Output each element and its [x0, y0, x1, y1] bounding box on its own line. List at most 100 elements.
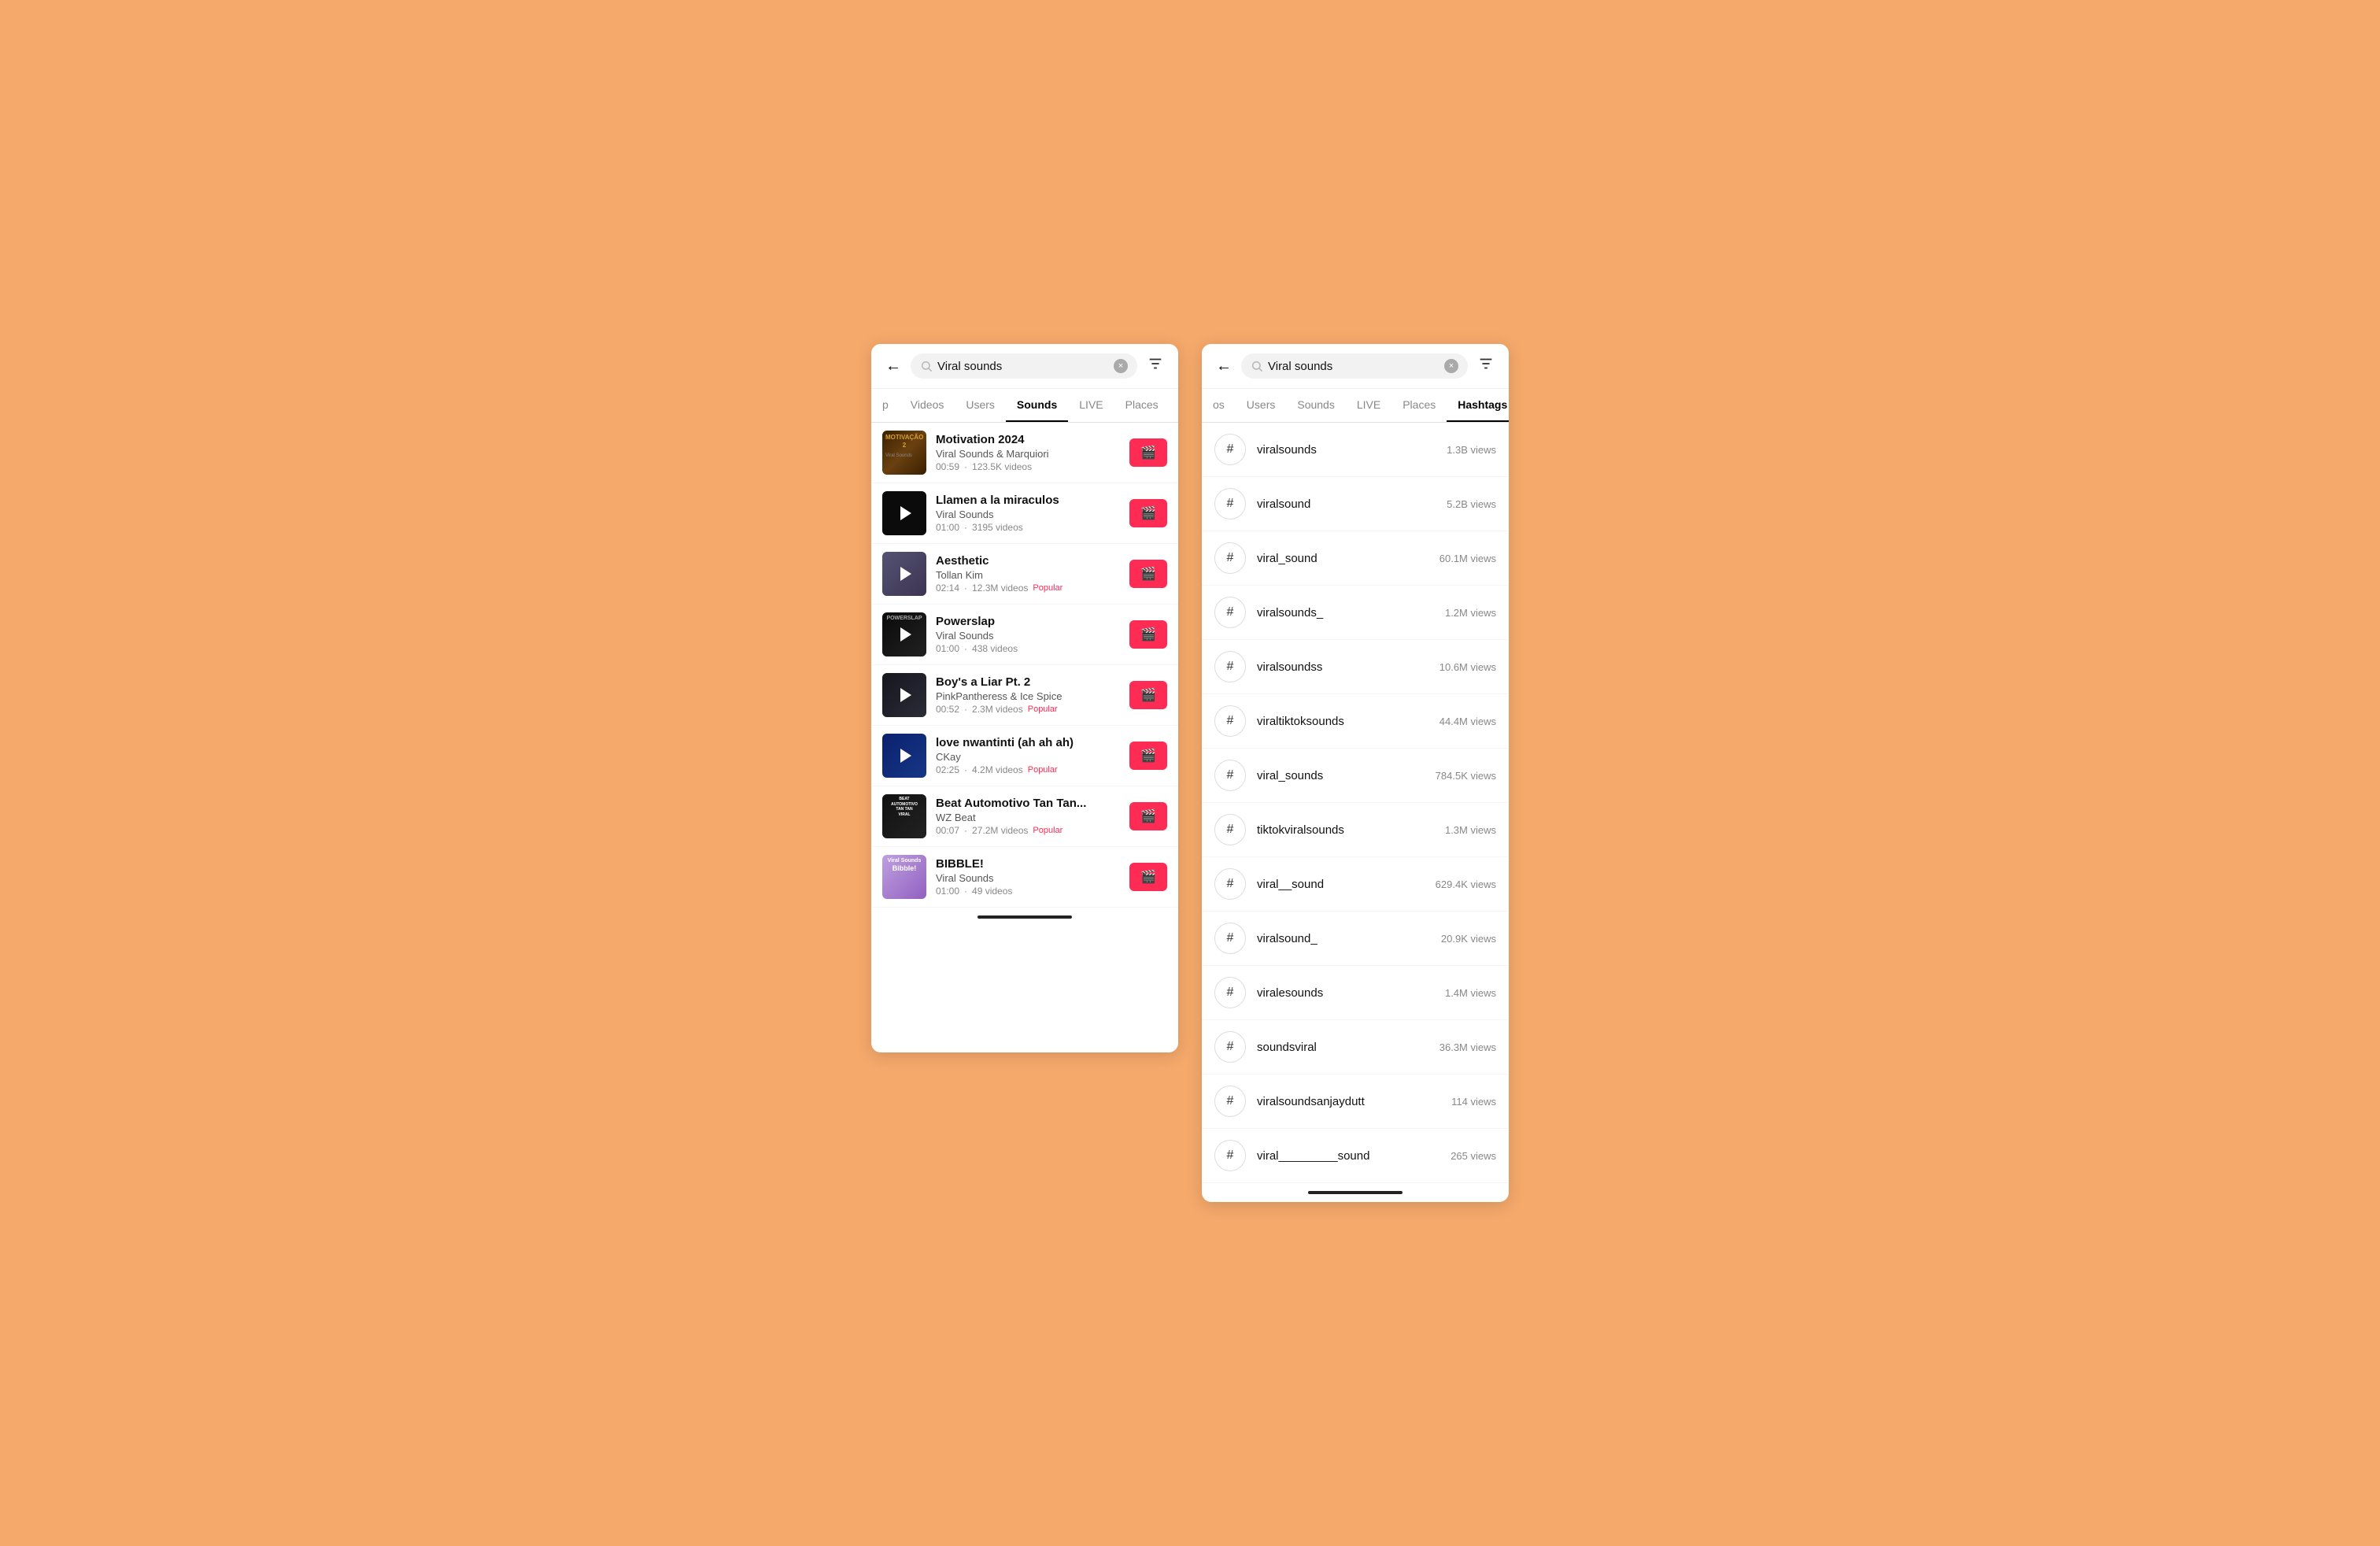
- use-sound-btn-bibble[interactable]: 🎬: [1129, 863, 1167, 891]
- back-button-left[interactable]: ←: [882, 357, 904, 375]
- sound-artist-motivation: Viral Sounds & Marquiori: [936, 448, 1120, 460]
- tab-videos-left[interactable]: Videos: [900, 389, 955, 422]
- tab-users-right[interactable]: Users: [1236, 389, 1287, 422]
- hashtag-name-viral--sound: viral__sound: [1257, 878, 1425, 891]
- hashtag-icon-viralsound-: #: [1214, 923, 1246, 954]
- sound-thumb-llamen: [882, 491, 926, 535]
- sound-videos-llamen: 3195 videos: [972, 522, 1023, 533]
- tab-has-left[interactable]: Has: [1170, 389, 1178, 422]
- use-sound-btn-aesthetic[interactable]: 🎬: [1129, 560, 1167, 588]
- search-icon-left: [920, 360, 933, 372]
- hashtag-item-viral-long-sound[interactable]: # viral_________sound 265 views: [1202, 1129, 1509, 1183]
- sound-title-llamen: Llamen a la miraculos: [936, 494, 1120, 507]
- sound-title-beat: Beat Automotivo Tan Tan...: [936, 797, 1120, 810]
- popular-badge-aesthetic: Popular: [1033, 583, 1062, 593]
- hashtag-views-viral-sounds: 784.5K views: [1436, 770, 1496, 782]
- hashtag-item-viral-sounds[interactable]: # viral_sounds 784.5K views: [1202, 749, 1509, 803]
- use-sound-btn-boys[interactable]: 🎬: [1129, 681, 1167, 709]
- tabs-right: os Users Sounds LIVE Places Hashtags: [1202, 389, 1509, 423]
- sound-meta-llamen: 01:00 · 3195 videos: [936, 522, 1120, 533]
- sound-duration-bibble: 01:00: [936, 886, 959, 897]
- hashtag-icon-viral--sound: #: [1214, 868, 1246, 900]
- sound-title-aesthetic: Aesthetic: [936, 554, 1120, 568]
- hashtag-icon-viralsounds: #: [1214, 434, 1246, 465]
- hashtag-item-viral-sound[interactable]: # viral_sound 60.1M views: [1202, 531, 1509, 586]
- use-sound-btn-beat[interactable]: 🎬: [1129, 802, 1167, 830]
- right-phone-screen: ← Viral sounds × os Users Sound: [1202, 344, 1509, 1202]
- thumb-text-bibble: Viral SoundsBibble!: [882, 855, 926, 876]
- hashtag-icon-viral-sounds: #: [1214, 760, 1246, 791]
- sound-thumb-aesthetic: [882, 552, 926, 596]
- play-overlay-love: [882, 734, 926, 778]
- sound-info-motivation: Motivation 2024 Viral Sounds & Marquiori…: [936, 433, 1120, 472]
- search-query-left: Viral sounds: [937, 360, 1109, 373]
- filter-button-right[interactable]: [1474, 355, 1498, 377]
- hashtag-item-viralsounds[interactable]: # viralsounds 1.3B views: [1202, 423, 1509, 477]
- hashtag-views-viralsoundss: 10.6M views: [1439, 661, 1496, 673]
- filter-button-left[interactable]: [1144, 355, 1167, 377]
- hashtag-views-viral-sound: 60.1M views: [1439, 553, 1496, 564]
- use-sound-btn-powerslap[interactable]: 🎬: [1129, 620, 1167, 649]
- sound-duration-love: 02:25: [936, 764, 959, 775]
- sound-artist-boys: PinkPantheress & Ice Spice: [936, 690, 1120, 702]
- hashtag-icon-viral-long-sound: #: [1214, 1140, 1246, 1171]
- sound-videos-boys: 2.3M videos: [972, 704, 1023, 715]
- sound-duration-aesthetic: 02:14: [936, 583, 959, 594]
- play-overlay-aesthetic: [882, 552, 926, 596]
- hashtag-icon-tiktokviralsounds: #: [1214, 814, 1246, 845]
- play-triangle-aesthetic: [900, 567, 911, 581]
- tab-top-left[interactable]: p: [871, 389, 900, 422]
- tab-sounds-left[interactable]: Sounds: [1006, 389, 1068, 422]
- video-camera-icon-bibble: 🎬: [1140, 869, 1156, 885]
- tab-live-left[interactable]: LIVE: [1068, 389, 1114, 422]
- hashtag-item-soundsviral[interactable]: # soundsviral 36.3M views: [1202, 1020, 1509, 1074]
- search-input-wrap-right: Viral sounds ×: [1241, 353, 1468, 379]
- hashtag-item-tiktokviralsounds[interactable]: # tiktokviralsounds 1.3M views: [1202, 803, 1509, 857]
- hashtag-name-viralsounds-: viralsounds_: [1257, 606, 1434, 620]
- hashtag-item-viralsound[interactable]: # viralsound 5.2B views: [1202, 477, 1509, 531]
- screens-container: ← Viral sounds × p Videos Users: [871, 344, 1509, 1202]
- search-input-wrap-left: Viral sounds ×: [911, 353, 1137, 379]
- hashtag-item-viralesounds[interactable]: # viralesounds 1.4M views: [1202, 966, 1509, 1020]
- clear-button-right[interactable]: ×: [1444, 359, 1458, 373]
- sound-item-powerslap: POWERSLAP Powerslap Viral Sounds 01:00 ·…: [871, 605, 1178, 665]
- play-overlay-boys: [882, 673, 926, 717]
- tab-places-left[interactable]: Places: [1114, 389, 1170, 422]
- hashtag-item-viralsoundsanjaydutt[interactable]: # viralsoundsanjaydutt 114 views: [1202, 1074, 1509, 1129]
- play-triangle-powerslap: [900, 627, 911, 642]
- sound-artist-llamen: Viral Sounds: [936, 509, 1120, 520]
- sound-meta-aesthetic: 02:14 · 12.3M videos Popular: [936, 583, 1120, 594]
- tab-live-right[interactable]: LIVE: [1346, 389, 1391, 422]
- sound-artist-bibble: Viral Sounds: [936, 872, 1120, 884]
- back-button-right[interactable]: ←: [1213, 357, 1235, 375]
- hashtag-views-viraltiktoksounds: 44.4M views: [1439, 716, 1496, 727]
- tab-users-left[interactable]: Users: [955, 389, 1006, 422]
- thumb-subtext-motivation: Viral Sounds: [882, 452, 926, 460]
- clear-button-left[interactable]: ×: [1114, 359, 1128, 373]
- hashtag-item-viraltiktoksounds[interactable]: # viraltiktoksounds 44.4M views: [1202, 694, 1509, 749]
- use-sound-btn-llamen[interactable]: 🎬: [1129, 499, 1167, 527]
- search-bar-right: ← Viral sounds ×: [1202, 344, 1509, 389]
- use-sound-btn-motivation[interactable]: 🎬: [1129, 438, 1167, 467]
- tab-places-right[interactable]: Places: [1391, 389, 1447, 422]
- tab-sounds-right[interactable]: Sounds: [1286, 389, 1345, 422]
- sound-item-bibble: Viral SoundsBibble! BIBBLE! Viral Sounds…: [871, 847, 1178, 908]
- video-camera-icon-motivation: 🎬: [1140, 445, 1156, 460]
- sound-videos-aesthetic: 12.3M videos: [972, 583, 1028, 594]
- hashtag-name-viralsoundss: viralsoundss: [1257, 660, 1428, 674]
- sound-item-aesthetic: Aesthetic Tollan Kim 02:14 · 12.3M video…: [871, 544, 1178, 605]
- hashtag-name-viralesounds: viralesounds: [1257, 986, 1434, 1000]
- search-icon-right: [1251, 360, 1263, 372]
- tab-top-right[interactable]: os: [1202, 389, 1236, 422]
- sound-thumb-bibble: Viral SoundsBibble!: [882, 855, 926, 899]
- thumb-text-motivation: MOTIVAÇÃO 2: [882, 431, 926, 452]
- tab-hashtags-right[interactable]: Hashtags: [1447, 389, 1509, 422]
- use-sound-btn-love[interactable]: 🎬: [1129, 742, 1167, 770]
- hashtag-name-viral-sound: viral_sound: [1257, 552, 1428, 565]
- hashtag-item-viralsoundss[interactable]: # viralsoundss 10.6M views: [1202, 640, 1509, 694]
- hashtag-item-viralsound-[interactable]: # viralsound_ 20.9K views: [1202, 912, 1509, 966]
- hashtag-item-viral--sound[interactable]: # viral__sound 629.4K views: [1202, 857, 1509, 912]
- sound-title-bibble: BIBBLE!: [936, 857, 1120, 871]
- play-overlay-llamen: [882, 491, 926, 535]
- hashtag-item-viralsounds-[interactable]: # viralsounds_ 1.2M views: [1202, 586, 1509, 640]
